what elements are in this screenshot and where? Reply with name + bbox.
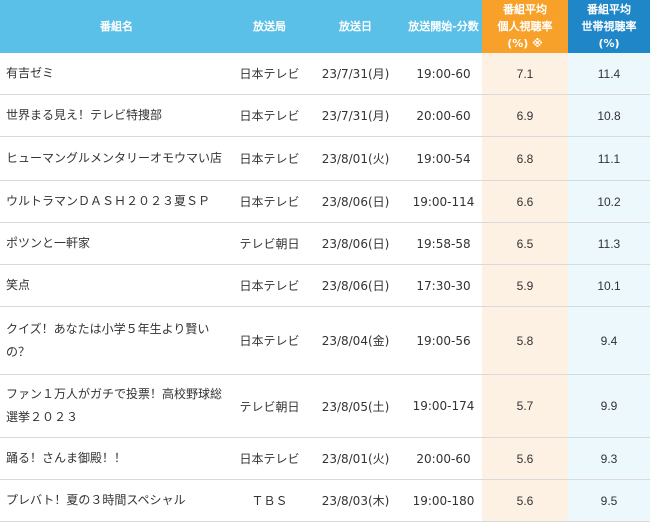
start-duration: 20:00-60: [405, 94, 482, 137]
header-household-line3: (%): [598, 37, 620, 50]
table-row: クイズ！あなたは小学５年生より賢いの？ 日本テレビ 23/8/04(金) 19:…: [0, 306, 650, 375]
personal-rating: 7.1: [482, 53, 568, 95]
header-time: 放送開始-分数: [405, 0, 482, 53]
broadcast-date: 23/8/04(金): [306, 306, 405, 375]
personal-rating: 5.9: [482, 264, 568, 307]
broadcast-date: 23/8/01(火): [306, 437, 405, 480]
start-duration: 19:58-58: [405, 222, 482, 265]
broadcast-date: 23/8/06(日): [306, 180, 405, 223]
start-duration: 19:00-180: [405, 479, 482, 522]
program-name: 世界まる見え！テレビ特捜部: [0, 94, 233, 137]
header-household-line1: 番組平均: [587, 3, 631, 16]
station: テレビ朝日: [233, 374, 306, 438]
start-duration: 19:00-54: [405, 136, 482, 181]
household-rating: 9.9: [568, 374, 650, 438]
broadcast-date: 23/8/06(日): [306, 222, 405, 265]
personal-rating: 5.6: [482, 437, 568, 480]
broadcast-date: 23/8/06(日): [306, 264, 405, 307]
broadcast-date: 23/7/31(月): [306, 94, 405, 137]
header-date: 放送日: [306, 0, 405, 53]
household-rating: 10.1: [568, 264, 650, 307]
table-row: 笑点 日本テレビ 23/8/06(日) 17:30-30 5.9 10.1: [0, 264, 650, 307]
personal-rating: 5.6: [482, 479, 568, 522]
household-rating: 10.2: [568, 180, 650, 223]
table-row: ファン１万人がガチで投票！高校野球総選挙２０２３ テレビ朝日 23/8/05(土…: [0, 374, 650, 438]
table-header-row: 番組名 放送局 放送日 放送開始-分数 番組平均 個人視聴率 (%) ※ 番組平…: [0, 0, 650, 53]
program-name: 笑点: [0, 264, 233, 307]
start-duration: 19:00-174: [405, 374, 482, 438]
station: 日本テレビ: [233, 306, 306, 375]
household-rating: 11.3: [568, 222, 650, 265]
table-row: 世界まる見え！テレビ特捜部 日本テレビ 23/7/31(月) 20:00-60 …: [0, 94, 650, 137]
header-personal-line3: (%) ※: [507, 37, 543, 50]
start-duration: 17:30-30: [405, 264, 482, 307]
start-duration: 19:00-114: [405, 180, 482, 223]
personal-rating: 6.5: [482, 222, 568, 265]
header-program: 番組名: [0, 0, 233, 53]
program-name: 有吉ゼミ: [0, 53, 233, 95]
table-row: 有吉ゼミ 日本テレビ 23/7/31(月) 19:00-60 7.1 11.4: [0, 53, 650, 95]
personal-rating: 5.7: [482, 374, 568, 438]
station: テレビ朝日: [233, 222, 306, 265]
household-rating: 9.4: [568, 306, 650, 375]
ratings-table: 番組名 放送局 放送日 放送開始-分数 番組平均 個人視聴率 (%) ※ 番組平…: [0, 0, 650, 522]
broadcast-date: 23/8/03(木): [306, 479, 405, 522]
program-name: ファン１万人がガチで投票！高校野球総選挙２０２３: [0, 374, 233, 438]
program-name: ポツンと一軒家: [0, 222, 233, 265]
program-name: ヒューマングルメンタリーオモウマい店: [0, 136, 233, 181]
household-rating: 11.1: [568, 136, 650, 181]
household-rating: 11.4: [568, 53, 650, 95]
table-row: ウルトラマンＤＡＳＨ２０２３夏ＳＰ 日本テレビ 23/8/06(日) 19:00…: [0, 180, 650, 223]
personal-rating: 6.9: [482, 94, 568, 137]
station: 日本テレビ: [233, 53, 306, 95]
header-household-rating: 番組平均 世帯視聴率 (%): [568, 0, 650, 53]
table-row: プレバト！夏の３時間スペシャル ＴＢＳ 23/8/03(木) 19:00-180…: [0, 479, 650, 522]
program-name: ウルトラマンＤＡＳＨ２０２３夏ＳＰ: [0, 180, 233, 223]
table-row: 踊る！さんま御殿！！ 日本テレビ 23/8/01(火) 20:00-60 5.6…: [0, 437, 650, 480]
household-rating: 10.8: [568, 94, 650, 137]
start-duration: 19:00-60: [405, 53, 482, 95]
personal-rating: 6.8: [482, 136, 568, 181]
station: 日本テレビ: [233, 437, 306, 480]
station: 日本テレビ: [233, 180, 306, 223]
station: ＴＢＳ: [233, 479, 306, 522]
header-personal-line1: 番組平均: [503, 3, 547, 16]
personal-rating: 5.8: [482, 306, 568, 375]
broadcast-date: 23/8/01(火): [306, 136, 405, 181]
header-household-line2: 世帯視聴率: [581, 20, 637, 33]
household-rating: 9.3: [568, 437, 650, 480]
start-duration: 19:00-56: [405, 306, 482, 375]
household-rating: 9.5: [568, 479, 650, 522]
station: 日本テレビ: [233, 136, 306, 181]
header-station: 放送局: [233, 0, 306, 53]
table-row: ヒューマングルメンタリーオモウマい店 日本テレビ 23/8/01(火) 19:0…: [0, 136, 650, 181]
station: 日本テレビ: [233, 94, 306, 137]
start-duration: 20:00-60: [405, 437, 482, 480]
program-name: クイズ！あなたは小学５年生より賢いの？: [0, 306, 233, 375]
header-personal-line2: 個人視聴率: [497, 20, 553, 33]
station: 日本テレビ: [233, 264, 306, 307]
program-name: 踊る！さんま御殿！！: [0, 437, 233, 480]
broadcast-date: 23/7/31(月): [306, 53, 405, 95]
program-name: プレバト！夏の３時間スペシャル: [0, 479, 233, 522]
header-personal-rating: 番組平均 個人視聴率 (%) ※: [482, 0, 568, 53]
table-row: ポツンと一軒家 テレビ朝日 23/8/06(日) 19:58-58 6.5 11…: [0, 222, 650, 265]
broadcast-date: 23/8/05(土): [306, 374, 405, 438]
personal-rating: 6.6: [482, 180, 568, 223]
